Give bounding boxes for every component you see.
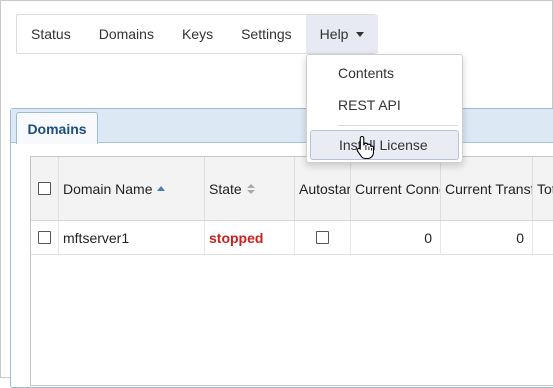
current-transfers-cell: 0	[441, 221, 533, 254]
nav-help-label: Help	[319, 26, 349, 42]
current-connections-cell: 0	[351, 221, 441, 254]
column-label: Autostart	[299, 180, 351, 197]
autostart-checkbox[interactable]	[316, 231, 329, 244]
hand-pointer-icon	[356, 135, 374, 159]
autostart-cell	[295, 221, 351, 254]
nav-status[interactable]: Status	[17, 15, 85, 53]
help-dropdown-menu: Contents REST API Install License	[306, 54, 463, 163]
sort-icon	[246, 183, 255, 194]
select-all-checkbox[interactable]	[38, 182, 51, 195]
sort-ascending-icon	[157, 186, 166, 191]
column-header-current-transfers[interactable]: Current Transfers	[441, 157, 533, 220]
column-label: Current Connections	[355, 180, 440, 197]
top-nav: Status Domains Keys Settings Help	[16, 14, 379, 54]
domain-name: mftserver1	[63, 229, 130, 246]
state-cell: stopped	[205, 221, 295, 254]
menu-item-install-license[interactable]: Install License	[310, 130, 459, 160]
current-transfers-value: 0	[516, 229, 524, 246]
nav-help[interactable]: Help	[305, 15, 379, 53]
grid-header: Domain Name State Autostart Current Conn…	[31, 157, 553, 221]
app-frame: Status Domains Keys Settings Help Domain…	[0, 0, 553, 388]
row-select-cell	[31, 221, 59, 254]
column-label: Total	[537, 180, 553, 197]
column-header-domain-name[interactable]: Domain Name	[59, 157, 205, 220]
row-select-checkbox[interactable]	[38, 231, 51, 244]
column-header-current-connections[interactable]: Current Connections	[351, 157, 441, 220]
column-header-autostart[interactable]: Autostart	[295, 157, 351, 220]
menu-divider	[338, 125, 458, 126]
table-row[interactable]: mftserver1 stopped 0 0	[31, 221, 553, 255]
caret-down-icon	[356, 31, 365, 37]
total-cell	[533, 221, 553, 254]
nav-keys[interactable]: Keys	[168, 15, 227, 53]
tab-strip: Domains	[11, 109, 553, 144]
column-label: Current Transfers	[445, 180, 532, 197]
domain-name-cell: mftserver1	[59, 221, 205, 254]
column-label: Domain Name	[63, 180, 153, 197]
current-connections-value: 0	[424, 229, 432, 246]
column-header-total[interactable]: Total	[533, 157, 553, 220]
domains-panel: Domains Domain Name State Autostart Curr…	[10, 108, 553, 388]
domains-grid: Domain Name State Autostart Current Conn…	[30, 156, 553, 386]
tab-domains[interactable]: Domains	[16, 112, 98, 144]
column-header-state[interactable]: State	[205, 157, 295, 220]
menu-item-rest-api[interactable]: REST API	[307, 90, 462, 120]
state-value: stopped	[209, 229, 264, 246]
menu-item-contents[interactable]: Contents	[307, 58, 462, 88]
nav-settings[interactable]: Settings	[227, 15, 306, 53]
select-all-cell	[31, 157, 59, 220]
nav-domains[interactable]: Domains	[85, 15, 168, 53]
column-label: State	[209, 180, 242, 197]
